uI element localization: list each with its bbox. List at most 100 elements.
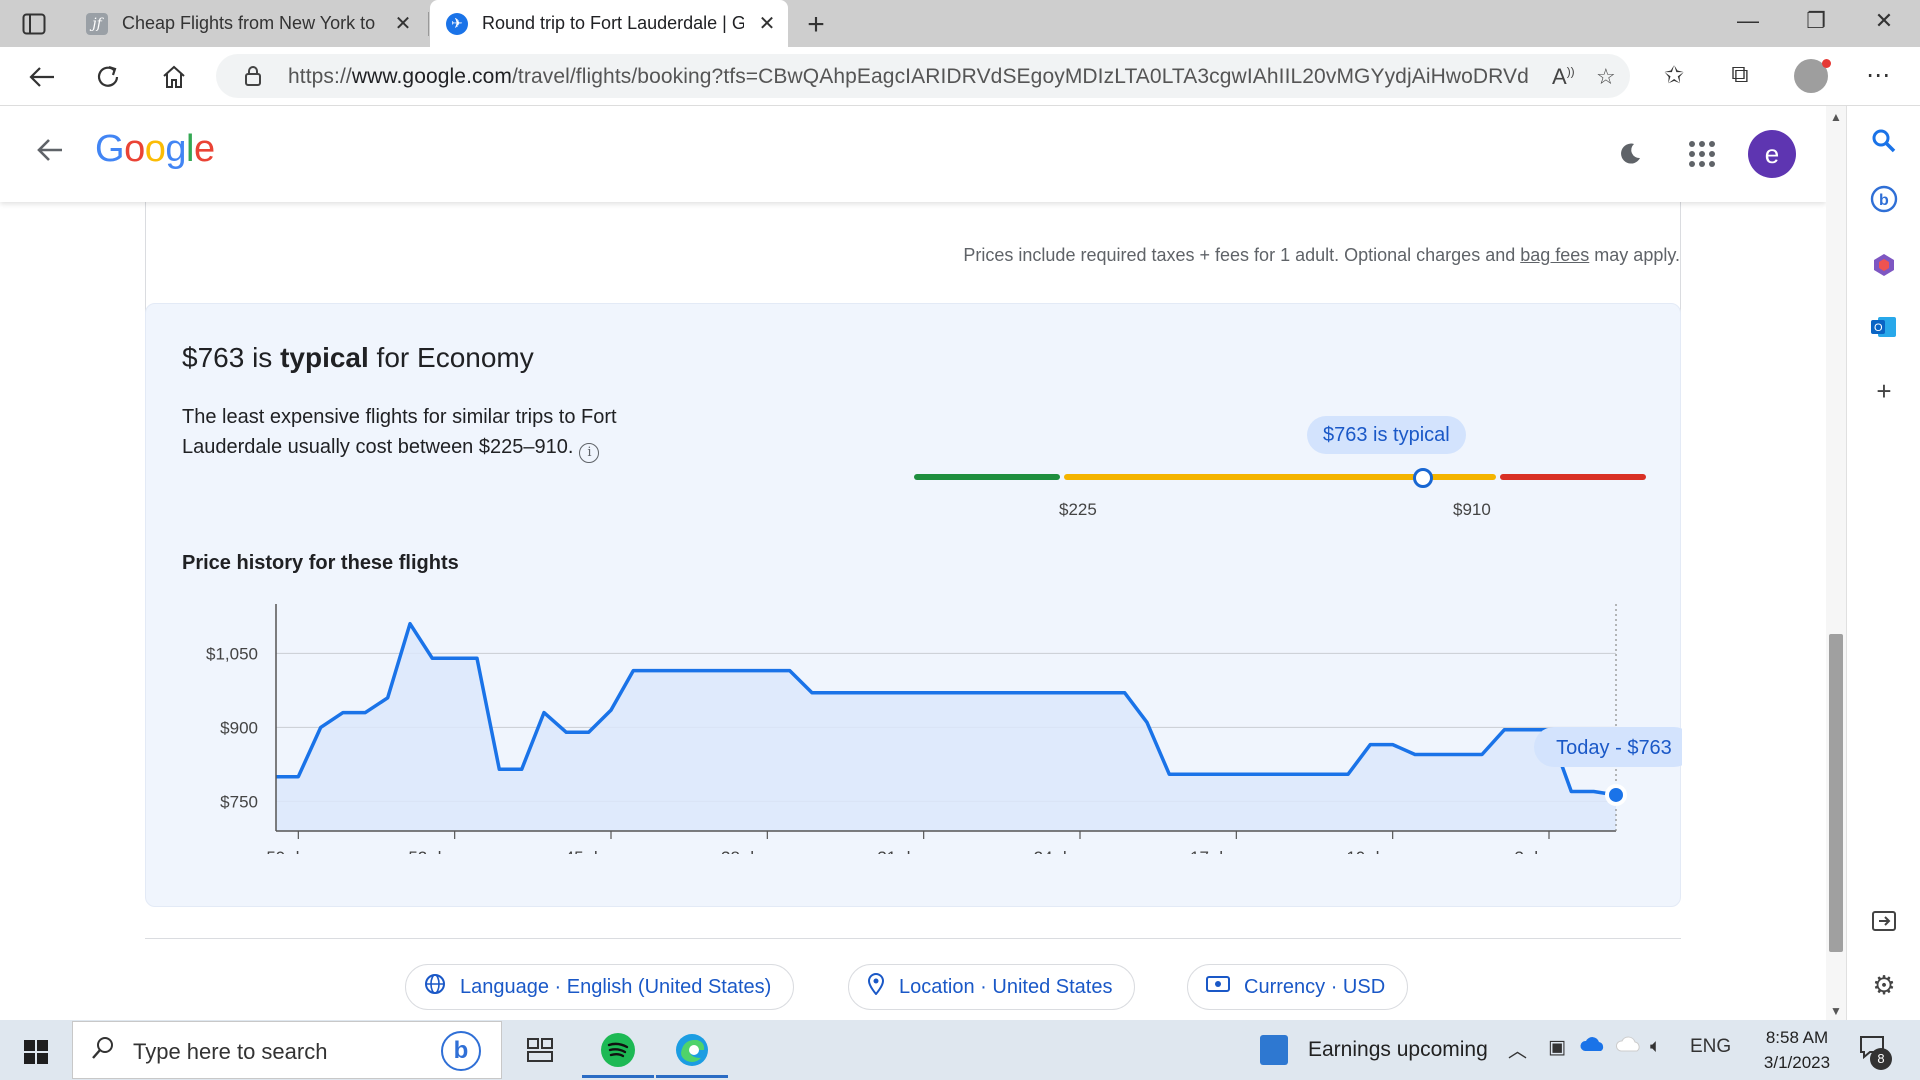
add-tool-icon[interactable]: + (1867, 374, 1901, 408)
meet-now-icon[interactable]: ▣ (1548, 1036, 1566, 1059)
search-icon (91, 1036, 115, 1067)
scroll-up-icon[interactable]: ▲ (1830, 110, 1842, 124)
scroll-down-icon[interactable]: ▼ (1830, 1004, 1842, 1018)
edge-sidebar: b O + ⚙ (1846, 106, 1920, 1020)
more-options-icon[interactable]: ⋯ (1862, 61, 1894, 90)
info-icon[interactable]: i (579, 443, 600, 463)
google-header: Google e (0, 106, 1826, 202)
dark-mode-icon[interactable] (1616, 138, 1646, 168)
bag-fees-link[interactable]: bag fees (1520, 245, 1589, 265)
url-field[interactable]: https://www.google.com/travel/flights/bo… (216, 54, 1630, 98)
notification-badge: 8 (1870, 1048, 1892, 1070)
office-icon[interactable] (1867, 248, 1901, 282)
x-tick-label: 59 day... (266, 848, 330, 854)
new-tab-icon[interactable]: + (800, 8, 832, 42)
y-tick-label: $900 (220, 718, 258, 737)
scroll-thumb[interactable] (1829, 634, 1843, 952)
close-tab-icon[interactable]: ✕ (756, 11, 778, 36)
tray-expand-icon[interactable]: ︿ (1508, 1036, 1527, 1063)
svg-text:O: O (1874, 322, 1883, 334)
currency-button[interactable]: Currency · USD (1187, 964, 1409, 1010)
bing-chat-icon[interactable]: b (1867, 182, 1901, 216)
split-screen-icon[interactable] (1867, 904, 1901, 938)
favorites-icon[interactable]: ✩ (1658, 61, 1690, 90)
windows-taskbar: Type here to search b Earnings upcoming … (0, 1020, 1920, 1080)
volume-icon[interactable]: 🔈︎ (1650, 1036, 1661, 1058)
windows-start-icon[interactable] (24, 1040, 48, 1064)
range-high-label: $910 (1453, 500, 1491, 519)
price-history-title: Price history for these flights (182, 552, 459, 574)
clock-time: 8:58 AM (1765, 1028, 1829, 1047)
lock-icon[interactable] (244, 65, 262, 92)
range-low-label: $225 (1059, 500, 1097, 519)
back-arrow-icon[interactable] (36, 134, 64, 171)
tab-cheap-flights[interactable]: jf Cheap Flights from New York to Fort L… (86, 0, 428, 47)
home-icon[interactable] (158, 61, 190, 93)
high-price-segment (1500, 474, 1646, 480)
clock-date: 3/1/2023 (1763, 1053, 1831, 1072)
taskbar-search-box[interactable]: Type here to search b (72, 1021, 502, 1079)
page-content: Google e Prices include required taxes +… (0, 106, 1826, 1020)
location-button[interactable]: Location · United States (848, 964, 1136, 1010)
collections-icon[interactable]: ⧉ (1724, 61, 1756, 89)
search-icon[interactable] (1867, 124, 1901, 158)
onedrive-personal-icon[interactable] (1615, 1036, 1642, 1058)
bing-icon[interactable]: b (441, 1031, 481, 1071)
footer-divider (145, 938, 1681, 939)
close-window-icon[interactable]: ✕ (1864, 8, 1904, 34)
jf-favicon-icon: jf (86, 12, 108, 35)
system-clock[interactable]: 8:58 AM 3/1/2023 (1752, 1025, 1842, 1075)
x-tick-label: 45 days ago (565, 848, 658, 854)
spotify-icon[interactable] (582, 1026, 654, 1078)
close-tab-icon[interactable]: ✕ (392, 11, 414, 36)
address-toolbar: https://www.google.com/travel/flights/bo… (0, 47, 1920, 106)
currency-icon (1206, 975, 1230, 999)
google-logo[interactable]: Google (95, 128, 215, 171)
x-tick-label: 38 days ago (721, 848, 814, 854)
tab-strip: jf Cheap Flights from New York to Fort L… (0, 0, 1920, 47)
currency-label: Currency · USD (1244, 975, 1386, 998)
typical-price-bubble: $763 is typical (1307, 416, 1466, 454)
insight-description: The least expensive flights for similar … (182, 402, 702, 463)
tab-round-trip[interactable]: ✈ Round trip to Fort Lauderdale | Google… (430, 0, 788, 47)
read-aloud-icon[interactable]: A)) (1552, 64, 1575, 90)
tab-separator (428, 12, 429, 36)
price-history-chart[interactable]: $1,050 $900 $750 59 day... 52 days ago 45 da… (146, 594, 1682, 854)
today-point[interactable] (1609, 787, 1623, 802)
add-favorite-icon[interactable]: ☆ (1596, 64, 1616, 90)
minimize-icon[interactable]: — (1728, 8, 1768, 34)
tab-actions-icon[interactable] (16, 10, 52, 38)
x-tick-label: 24 days ago (1034, 848, 1127, 854)
language-label: Language · English (United States) (460, 975, 772, 998)
low-price-segment (914, 474, 1060, 480)
news-widget[interactable]: Earnings upcoming (1260, 1030, 1488, 1070)
news-icon (1260, 1035, 1288, 1065)
account-avatar[interactable]: e (1748, 130, 1796, 178)
google-apps-icon[interactable] (1686, 138, 1716, 168)
insight-title: $763 is typical for Economy (182, 342, 534, 373)
x-tick-label: 3 days ... (1515, 848, 1584, 854)
refresh-icon[interactable] (92, 61, 124, 93)
today-price-label: Today - $763 (1556, 737, 1672, 759)
svg-text:b: b (1879, 192, 1889, 209)
y-tick-label: $750 (220, 792, 258, 811)
tab-title: Round trip to Fort Lauderdale | Google F… (482, 13, 744, 33)
x-tick-label: 52 days ago (408, 848, 501, 854)
task-view-icon[interactable] (512, 1026, 568, 1074)
onedrive-icon[interactable] (1580, 1036, 1606, 1058)
settings-icon[interactable]: ⚙ (1867, 968, 1901, 1002)
language-button[interactable]: Language · English (United States) (405, 964, 795, 1010)
edge-icon[interactable] (656, 1026, 728, 1078)
outlook-icon[interactable]: O (1867, 310, 1901, 344)
x-tick-label: 10 days ago (1346, 848, 1439, 854)
x-tick-label: 31 days ago (877, 848, 970, 854)
x-tick-label: 17 days ago (1190, 848, 1283, 854)
restore-icon[interactable]: ❐ (1796, 8, 1836, 34)
url-text[interactable]: https://www.google.com/travel/flights/bo… (288, 65, 1528, 89)
back-icon[interactable] (26, 61, 58, 93)
location-pin-icon (867, 973, 885, 1001)
price-range-bar (914, 474, 1646, 480)
current-price-marker (1413, 468, 1434, 488)
input-language[interactable]: ENG (1690, 1036, 1731, 1058)
page-scrollbar[interactable]: ▲ ▼ (1826, 106, 1846, 1020)
